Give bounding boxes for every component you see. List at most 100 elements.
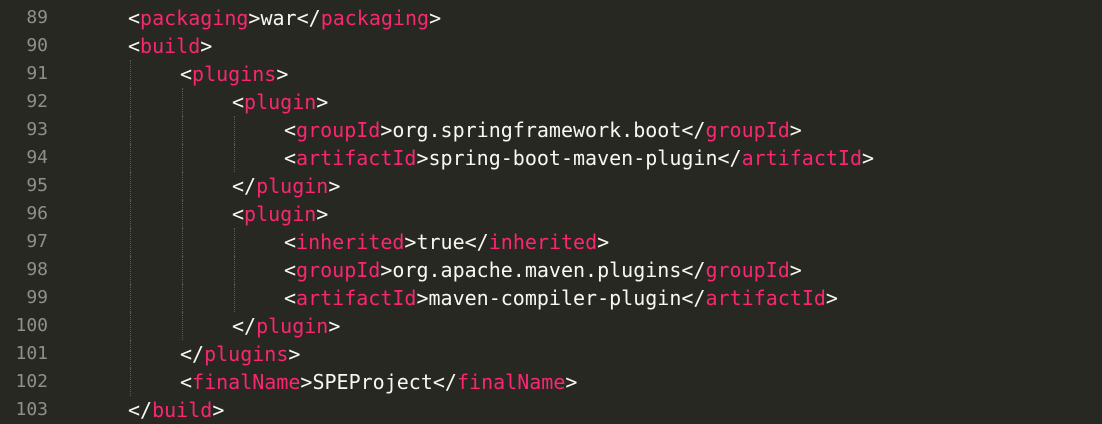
xml-bracket: </ <box>464 230 489 254</box>
xml-bracket: > <box>328 314 341 338</box>
xml-tag-name: plugin <box>256 174 329 198</box>
xml-bracket: > <box>597 230 610 254</box>
xml-bracket: > <box>565 370 578 394</box>
code-line[interactable]: <artifactId>spring-boot-maven-plugin</ar… <box>284 144 874 172</box>
xml-bracket: < <box>232 90 245 114</box>
xml-tag-name: finalName <box>456 370 566 394</box>
xml-bracket: < <box>232 202 245 226</box>
xml-bracket: > <box>429 6 442 30</box>
xml-bracket: > <box>288 342 301 366</box>
xml-tag-name: groupId <box>296 258 381 282</box>
line-number: 94 <box>26 147 48 168</box>
xml-bracket: > <box>316 90 329 114</box>
xml-bracket: > <box>789 258 802 282</box>
xml-bracket: </ <box>681 286 706 310</box>
xml-bracket: > <box>316 202 329 226</box>
xml-tag-name: packaging <box>140 6 249 30</box>
code-line[interactable]: <plugin> <box>232 200 328 228</box>
xml-tag-name: plugin <box>244 90 317 114</box>
xml-bracket: </ <box>717 146 742 170</box>
indent-guide <box>130 60 131 88</box>
code-line[interactable]: <finalName>SPEProject</finalName> <box>180 368 577 396</box>
xml-text-value: SPEProject <box>312 370 433 394</box>
xml-bracket: </ <box>232 174 257 198</box>
xml-bracket: </ <box>180 342 205 366</box>
xml-bracket: </ <box>681 118 706 142</box>
code-line[interactable]: <groupId>org.apache.maven.plugins</group… <box>284 256 802 284</box>
indent-guide <box>130 368 131 396</box>
xml-bracket: > <box>380 258 393 282</box>
xml-tag-name: packaging <box>320 6 430 30</box>
xml-bracket: > <box>380 118 393 142</box>
indent-guide <box>182 200 183 228</box>
line-number: 89 <box>26 7 48 28</box>
code-line[interactable]: <build> <box>128 32 212 60</box>
xml-tag-name: artifactId <box>705 286 826 310</box>
xml-bracket: > <box>276 62 289 86</box>
xml-text-value: org.springframework.boot <box>392 118 682 142</box>
line-number: 95 <box>26 175 48 196</box>
code-line[interactable]: <packaging>war</packaging> <box>128 4 441 32</box>
xml-bracket: > <box>862 146 875 170</box>
line-number: 100 <box>15 315 48 336</box>
xml-tag-name: finalName <box>192 370 301 394</box>
indent-guide <box>234 144 235 172</box>
xml-bracket: > <box>416 146 429 170</box>
xml-bracket: </ <box>232 314 257 338</box>
code-line[interactable]: </build> <box>128 396 224 424</box>
code-line[interactable]: </plugins> <box>180 340 300 368</box>
code-line[interactable]: <inherited>true</inherited> <box>284 228 609 256</box>
indent-guide <box>182 172 183 200</box>
code-editor[interactable]: 89 90 91 92 93 94 95 96 97 98 99 100 101 102 103 <pack… <box>0 0 1102 424</box>
xml-bracket: > <box>248 6 261 30</box>
line-number: 98 <box>26 259 48 280</box>
indent-guide <box>130 312 131 340</box>
code-line[interactable]: <plugins> <box>180 60 288 88</box>
xml-tag-name: artifactId <box>741 146 863 170</box>
xml-text-value: true <box>416 230 465 254</box>
indent-guide <box>234 116 235 144</box>
xml-tag-name: plugins <box>192 62 277 86</box>
xml-bracket: > <box>404 230 417 254</box>
indent-guide <box>130 284 131 312</box>
xml-bracket: < <box>284 146 297 170</box>
code-line[interactable]: <plugin> <box>232 88 328 116</box>
xml-tag-name: groupId <box>705 118 790 142</box>
line-number: 91 <box>26 63 48 84</box>
indent-guide <box>130 116 131 144</box>
indent-guide <box>182 228 183 256</box>
xml-bracket: < <box>284 258 297 282</box>
xml-tag-name: build <box>152 398 213 422</box>
xml-bracket: < <box>180 370 193 394</box>
code-area[interactable]: <packaging>war</packaging> <build> <plugin… <box>78 0 1102 424</box>
code-line[interactable]: <groupId>org.springframework.boot</group… <box>284 116 802 144</box>
line-number: 102 <box>15 371 48 392</box>
indent-guide <box>130 200 131 228</box>
line-number: 101 <box>15 343 48 364</box>
xml-bracket: > <box>416 286 429 310</box>
xml-bracket: </ <box>128 398 153 422</box>
code-line[interactable]: </plugin> <box>232 172 340 200</box>
indent-guide <box>130 228 131 256</box>
xml-bracket: </ <box>681 258 706 282</box>
xml-bracket: </ <box>296 6 321 30</box>
xml-tag-name: inherited <box>296 230 405 254</box>
indent-guide <box>130 340 131 368</box>
line-number: 96 <box>26 203 48 224</box>
indent-guide <box>182 312 183 340</box>
xml-tag-name: plugin <box>244 202 317 226</box>
line-number: 92 <box>26 91 48 112</box>
xml-tag-name: groupId <box>296 118 381 142</box>
xml-bracket: > <box>825 286 838 310</box>
indent-guide <box>130 144 131 172</box>
xml-tag-name: artifactId <box>296 146 417 170</box>
code-line[interactable]: </plugin> <box>232 312 340 340</box>
xml-tag-name: artifactId <box>296 286 417 310</box>
xml-bracket: </ <box>432 370 457 394</box>
xml-bracket: > <box>328 174 341 198</box>
indent-guide <box>182 116 183 144</box>
xml-bracket: < <box>284 230 297 254</box>
indent-guide <box>234 256 235 284</box>
xml-tag-name: build <box>140 34 201 58</box>
code-line[interactable]: <artifactId>maven-compiler-plugin</artif… <box>284 284 838 312</box>
